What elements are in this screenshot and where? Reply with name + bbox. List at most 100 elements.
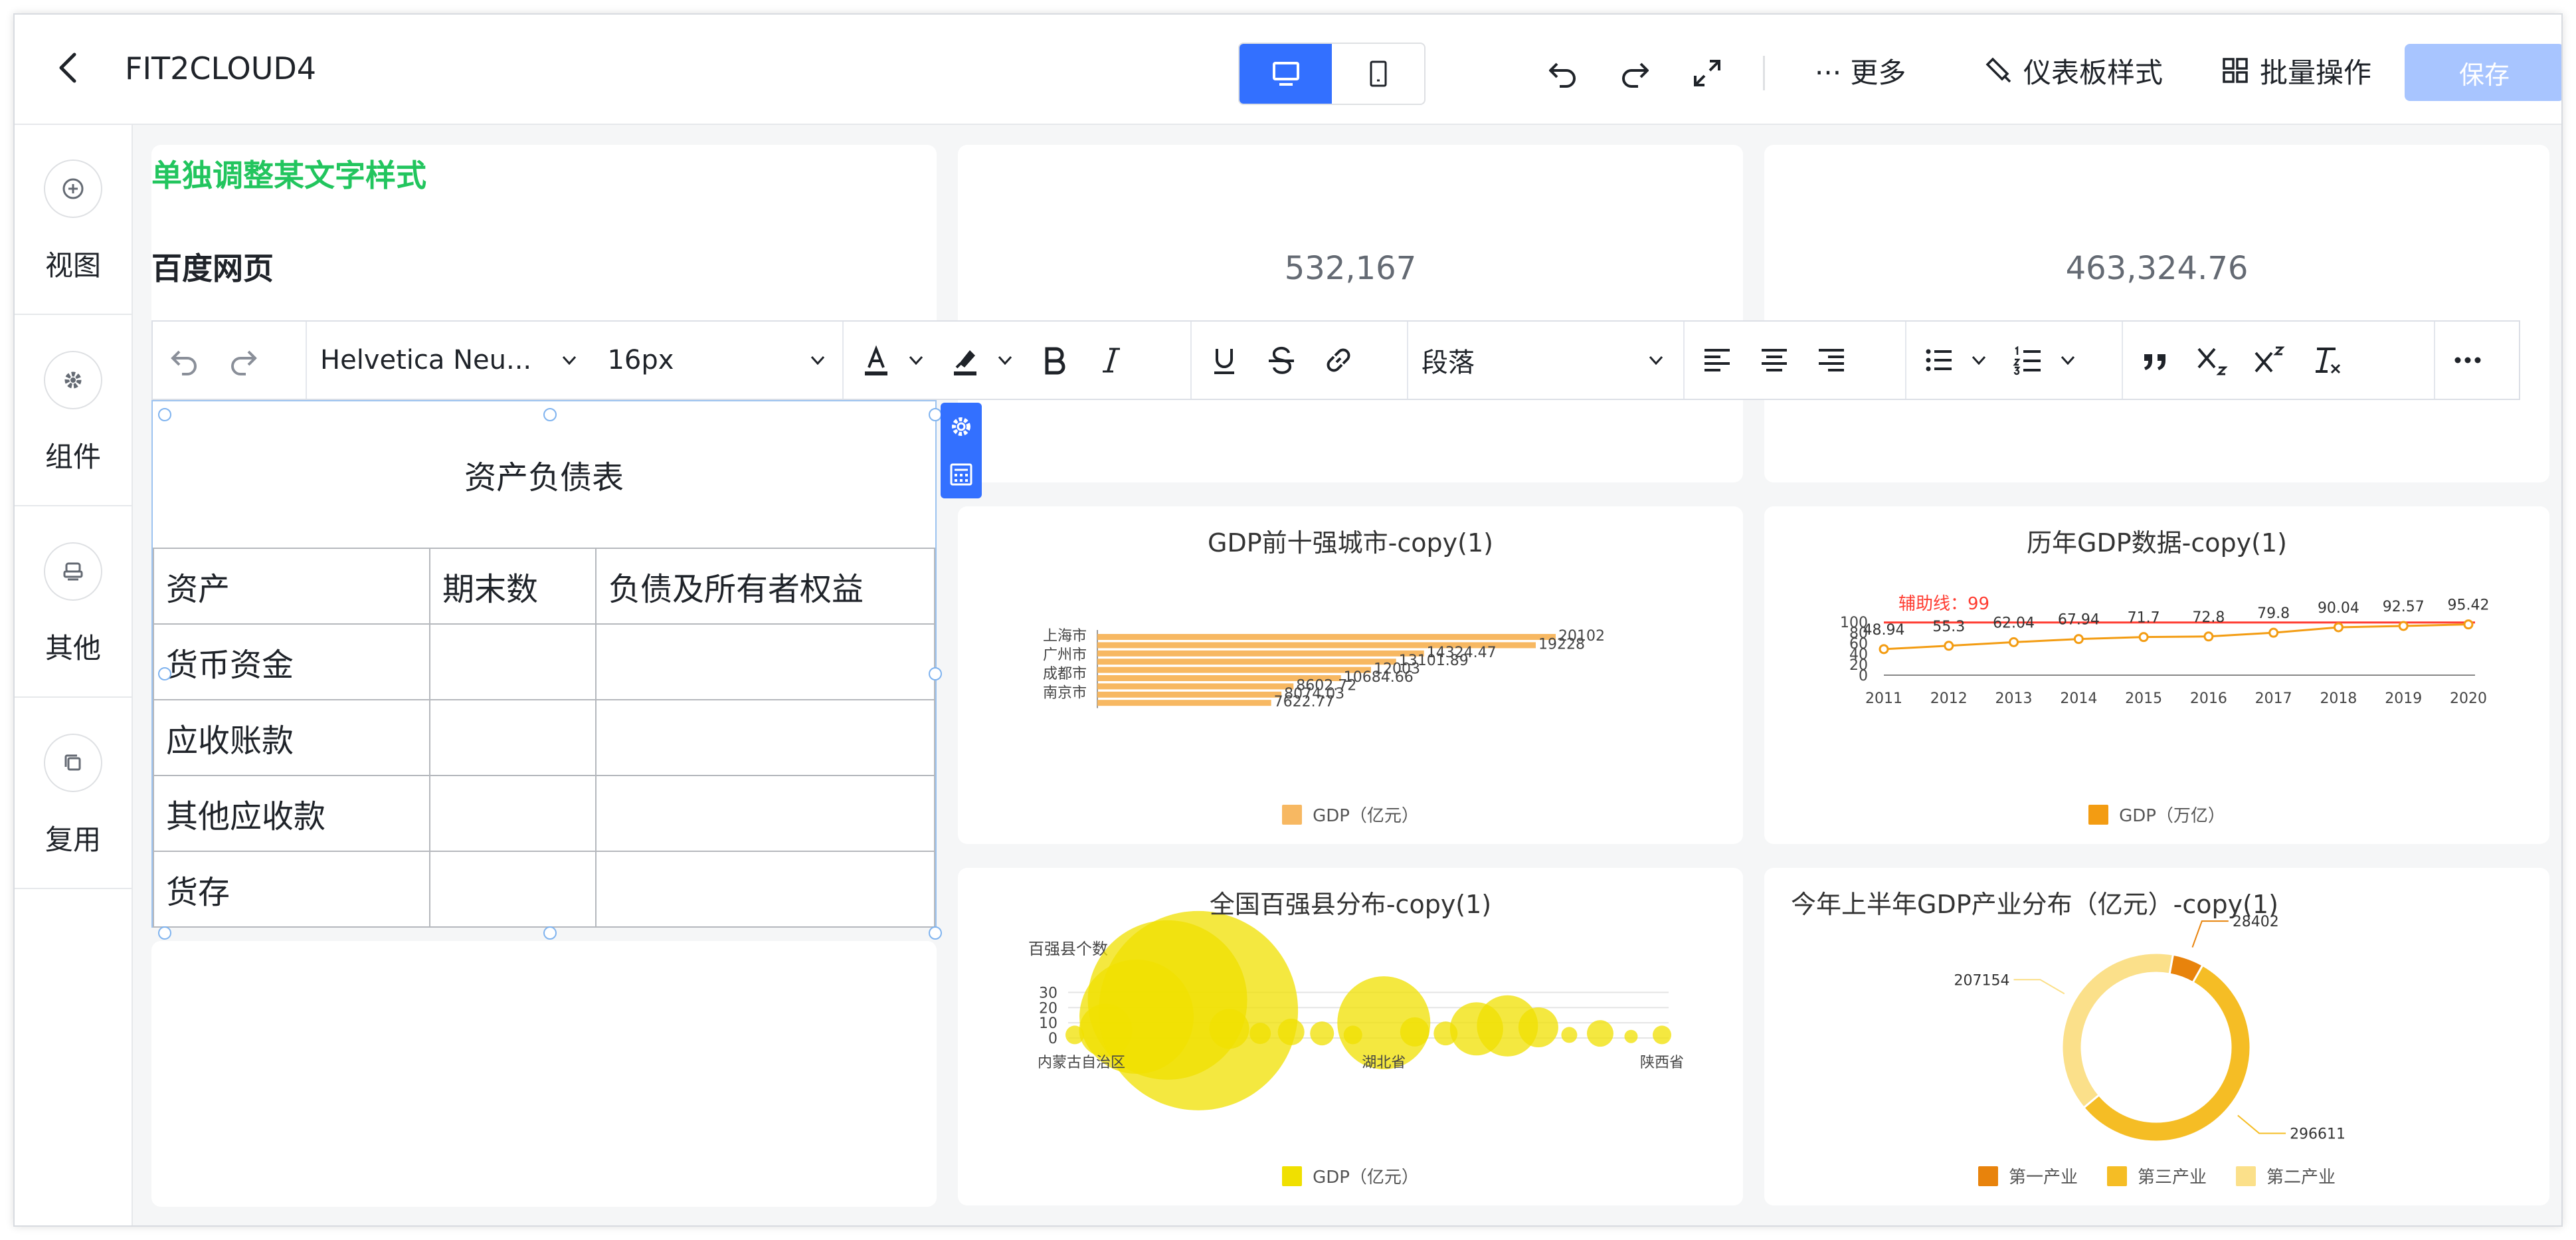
chart-card-gdp-years[interactable]: 0 20 40 60 80 100 2011 2012 2013 2014 2015 2016 2017… (1764, 506, 2549, 844)
legend-item[interactable]: 第三产业 (2106, 1164, 2207, 1188)
chevron-down-icon (563, 356, 577, 365)
table-cell[interactable] (595, 775, 935, 852)
sidebar-item-others[interactable]: 其他 (15, 508, 132, 698)
table-cell[interactable] (595, 623, 935, 700)
x-tick-label: 2017 (2255, 690, 2292, 707)
resize-handle[interactable] (929, 408, 942, 421)
chevron-down-icon[interactable] (994, 349, 1016, 371)
link-button[interactable] (1319, 341, 1358, 379)
blockquote-button[interactable] (2136, 341, 2175, 379)
sidebar-item-view[interactable]: 视图 (15, 125, 132, 315)
dashboard-style-button[interactable]: 仪表板样式 (1983, 49, 2163, 92)
data-label: 72.8 (2192, 609, 2225, 626)
chart-title: GDP前十强城市-copy(1) (1208, 528, 1493, 558)
empty-card[interactable] (151, 941, 937, 1207)
legend-label: GDP（亿元） (1313, 1168, 1419, 1188)
resize-handle[interactable] (158, 926, 171, 940)
table-cell[interactable] (429, 775, 597, 852)
batch-operation-button[interactable]: 批量操作 (2220, 49, 2371, 92)
font-family-select[interactable]: Helvetica Neu... (320, 345, 581, 375)
highlight-button[interactable] (946, 341, 984, 379)
legend-item[interactable]: GDP（亿元） (1282, 1164, 1419, 1188)
resize-handle[interactable] (543, 408, 557, 421)
balance-sheet-table[interactable]: 资产负债表 资产 期末数 负债及所有者权益货币资金 应收账款 其他应收款 货存 (151, 400, 937, 928)
resize-handle[interactable] (158, 408, 171, 421)
clear-format-button[interactable] (2308, 341, 2346, 379)
chart-legend: GDP（万亿） (1764, 802, 2549, 827)
chart-card-top-counties[interactable]: 百强县个数 0 10 20 30 内蒙古自治区 湖北省 陕西省 全国百强县分布-copy(1)… (958, 868, 1743, 1205)
y-tick-label: 0 (1048, 1031, 1058, 1047)
bubble (1277, 1018, 1305, 1045)
table-cell[interactable] (595, 851, 935, 928)
align-center-button[interactable] (1755, 341, 1794, 379)
table-cell[interactable]: 负债及所有者权益 (595, 548, 935, 625)
resize-handle[interactable] (929, 667, 942, 680)
subscript-button[interactable] (2193, 341, 2232, 379)
save-button[interactable]: 保存 (2405, 44, 2561, 101)
resize-handle[interactable] (543, 926, 557, 940)
legend-item[interactable]: GDP（万亿） (2088, 802, 2225, 827)
kpi-card-1[interactable]: 532,167 (958, 145, 1743, 482)
superscript-button[interactable] (2251, 341, 2289, 379)
align-left-button[interactable] (1698, 341, 1736, 379)
block-format-select[interactable]: 段落 (1422, 341, 1667, 379)
x-tick-label: 2013 (1995, 690, 2033, 707)
clear-format-icon (2316, 348, 2341, 374)
table-cell[interactable]: 货币资金 (153, 623, 430, 700)
align-left-icon (1704, 349, 1730, 371)
table-cell[interactable] (429, 623, 597, 700)
numbered-list-button[interactable] (2009, 341, 2047, 379)
legend-item[interactable]: 第一产业 (1978, 1164, 2078, 1188)
table-cell[interactable] (595, 699, 935, 776)
legend-item[interactable]: GDP（亿元） (1282, 802, 1419, 827)
toolbar-more-button[interactable] (2448, 341, 2487, 379)
table-cell[interactable]: 期末数 (429, 548, 597, 625)
chart-card-top-cities[interactable]: 上海市 广州市 成都市 南京市 20102 19228 14324.47 13101.89 12… (958, 506, 1743, 844)
back-icon[interactable] (49, 48, 89, 88)
chevron-down-icon[interactable] (905, 349, 927, 371)
sidebar-item-reuse[interactable]: 复用 (15, 699, 132, 889)
strikethrough-button[interactable] (1262, 341, 1301, 379)
bullet-list-button[interactable] (1920, 341, 1958, 379)
italic-button[interactable] (1092, 341, 1131, 379)
chevron-down-icon (810, 356, 825, 365)
toolbar-redo-button[interactable] (223, 341, 262, 379)
align-right-button[interactable] (1812, 341, 1851, 379)
text-color-button[interactable] (857, 341, 895, 379)
data-point (1944, 641, 1954, 651)
sidebar-item-components[interactable]: 组件 (15, 316, 132, 506)
table-cell[interactable] (429, 699, 597, 776)
table-cell[interactable]: 其他应收款 (153, 775, 430, 852)
device-switch (1238, 43, 1426, 105)
chevron-down-icon[interactable] (2057, 349, 2079, 371)
mobile-view-button[interactable] (1332, 44, 1424, 104)
toolbar-undo-button[interactable] (166, 341, 205, 379)
slice-label: 207154 (1954, 972, 2010, 989)
chevron-down-icon[interactable] (1968, 349, 1990, 371)
fullscreen-icon[interactable] (1689, 54, 1726, 92)
align-center-icon (1762, 349, 1787, 371)
table-cell[interactable]: 资产 (153, 548, 430, 625)
chart-card-industry[interactable]: 28402 296611 207154 今年上半年GDP产业分布（亿元）-copy(… (1764, 868, 2549, 1205)
settings-icon[interactable] (947, 413, 975, 441)
legend-item[interactable]: 第二产业 (2236, 1164, 2336, 1188)
gear-icon (64, 371, 82, 389)
calculator-icon[interactable] (947, 461, 975, 488)
font-size-select[interactable]: 16px (607, 345, 829, 375)
table-title: 资产负债表 (464, 459, 624, 496)
redo-icon[interactable] (1615, 54, 1653, 92)
toolbar-style-group (844, 322, 1192, 399)
table-cell[interactable] (429, 851, 597, 928)
table-cell[interactable]: 货存 (153, 851, 430, 928)
resize-handle[interactable] (929, 926, 942, 940)
resize-handle[interactable] (158, 667, 171, 680)
kpi-card-2[interactable]: 463,324.76 (1764, 145, 2549, 482)
more-button[interactable]: ··· 更多 (1815, 49, 1906, 92)
table-cell[interactable]: 应收账款 (153, 699, 430, 776)
bold-button[interactable] (1035, 341, 1073, 379)
undo-icon[interactable] (1545, 54, 1582, 92)
bubble (1310, 1021, 1334, 1046)
desktop-view-button[interactable] (1240, 44, 1332, 104)
bar (1097, 634, 1556, 640)
underline-button[interactable] (1205, 341, 1243, 379)
